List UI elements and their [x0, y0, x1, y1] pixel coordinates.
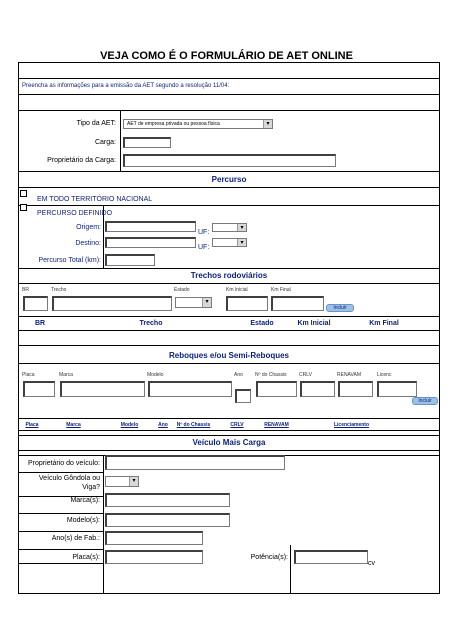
- origem-label: Origem:: [76, 224, 101, 231]
- gondola-label-line2: Viga?: [82, 484, 100, 491]
- chevron-down-icon: ▾: [263, 120, 272, 128]
- marca-input[interactable]: [105, 493, 230, 507]
- chevron-down-icon: ▾: [237, 224, 246, 231]
- intro-text: Preencha as informações para a emissão d…: [22, 83, 230, 89]
- placa-label: Placa(s):: [72, 554, 100, 561]
- destino-input[interactable]: [105, 237, 196, 248]
- tipo-aet-value: AET de empresa privada ou pessoa física: [127, 121, 220, 127]
- reboques-col-ano: Ano: [234, 372, 243, 378]
- reboques-header: Reboques e/ou Semi-Reboques: [168, 351, 290, 360]
- marca-label: Marca(s):: [70, 497, 100, 504]
- destino-label: Destino:: [75, 240, 101, 247]
- carga-input[interactable]: [123, 137, 171, 148]
- reboques-licenc-input[interactable]: [377, 381, 417, 397]
- ano-input[interactable]: [105, 531, 203, 545]
- origem-input[interactable]: [105, 221, 196, 232]
- trechos-estado-select[interactable]: ▾: [175, 297, 212, 308]
- gondola-label-line1: Veículo Gôndola ou: [38, 475, 100, 482]
- trechos-km-final-input[interactable]: [271, 296, 324, 311]
- reboques-table-col-chassis: Nº do Chassis: [176, 422, 211, 428]
- trechos-table-col-trecho: Trecho: [139, 320, 163, 327]
- uf-destino-select[interactable]: ▾: [212, 238, 247, 247]
- reboques-col-licenc: Licenc: [377, 372, 392, 378]
- placa-input[interactable]: [105, 550, 203, 564]
- reboques-table-col-modelo: Modelo: [120, 422, 139, 428]
- chevron-down-icon: ▾: [129, 477, 138, 486]
- uf-origem-select[interactable]: ▾: [212, 223, 247, 232]
- reboques-modelo-input[interactable]: [148, 381, 232, 397]
- reboques-marca-input[interactable]: [60, 381, 145, 397]
- percurso-definido-checkbox[interactable]: [20, 204, 27, 211]
- reboques-table-col-crlv: CRLV: [230, 422, 244, 428]
- percurso-total-label: Percurso Total (km):: [38, 257, 102, 264]
- reboques-table-col-marca: Marca: [66, 422, 81, 428]
- trechos-header: Trechos rodoviários: [190, 271, 268, 280]
- tipo-aet-label: Tipo da AET:: [76, 120, 116, 127]
- uf-origem-label: UF:: [198, 229, 210, 236]
- reboques-table-col-licenciamento: Licenciamento: [333, 422, 369, 428]
- reboques-placa-input[interactable]: [23, 381, 55, 397]
- reboques-col-renavam: RENAVAM: [337, 372, 361, 378]
- tipo-aet-select[interactable]: AET de empresa privada ou pessoa física …: [123, 119, 273, 129]
- reboques-crlv-input[interactable]: [300, 381, 335, 397]
- trechos-table-col-km-final: Km Final: [369, 320, 399, 327]
- percurso-definido-label: PERCURSO DEFINIDO: [37, 210, 113, 217]
- trechos-table-col-br: BR: [34, 320, 46, 327]
- ano-label: Ano(s) de Fab.:: [51, 535, 100, 542]
- modelo-label: Modelo(s):: [66, 517, 100, 524]
- proprietario-carga-input[interactable]: [123, 154, 336, 167]
- proprietario-veiculo-label: Proprietário do veículo:: [28, 460, 100, 467]
- trechos-trecho-input[interactable]: [52, 296, 172, 311]
- chevron-down-icon: ▾: [202, 298, 211, 307]
- chevron-down-icon: ▾: [237, 239, 246, 246]
- aet-form: Preencha as informações para a emissão d…: [18, 62, 440, 594]
- trechos-col-km-final: Km Final: [271, 287, 291, 293]
- percurso-header: Percurso: [211, 175, 247, 184]
- trechos-br-input[interactable]: [23, 296, 48, 311]
- gondola-select[interactable]: ▾: [105, 476, 139, 487]
- todo-territorio-checkbox[interactable]: [20, 190, 27, 197]
- reboques-table-col-placa: Placa: [25, 422, 39, 428]
- potencia-unit: cv: [368, 560, 375, 567]
- reboques-table-col-renavam: RENAVAM: [264, 422, 289, 428]
- trechos-col-br: BR: [22, 287, 29, 293]
- potencia-input[interactable]: [294, 550, 368, 564]
- trechos-incluir-button[interactable]: Incluir: [326, 304, 354, 312]
- page-title: VEJA COMO É O FORMULÁRIO DE AET ONLINE: [100, 50, 353, 62]
- trechos-table-col-km-inicial: Km Inicial: [297, 320, 331, 327]
- proprietario-veiculo-input[interactable]: [105, 455, 285, 470]
- reboques-chassis-input[interactable]: [256, 381, 297, 397]
- reboques-col-chassis: Nº do Chassis: [255, 372, 287, 378]
- trechos-table-col-estado: Estado: [250, 320, 274, 327]
- proprietario-carga-label: Proprietário da Carga:: [47, 157, 116, 164]
- trechos-km-inicial-input[interactable]: [226, 296, 268, 311]
- uf-destino-label: UF:: [198, 244, 210, 251]
- trechos-col-estado: Estado: [174, 287, 190, 293]
- reboques-col-placa: Placa: [22, 372, 35, 378]
- veiculo-header: Veículo Mais Carga: [192, 438, 266, 447]
- reboques-ano-input[interactable]: [235, 389, 251, 403]
- trechos-col-km-inicial: Km Inicial: [226, 287, 248, 293]
- reboques-col-modelo: Modelo: [147, 372, 164, 378]
- reboques-table-col-ano: Ano: [158, 422, 168, 428]
- modelo-input[interactable]: [105, 513, 230, 527]
- carga-label: Carga:: [94, 139, 116, 146]
- percurso-total-input[interactable]: [105, 254, 155, 266]
- reboques-incluir-button[interactable]: Incluir: [412, 397, 438, 405]
- reboques-col-crlv: CRLV: [299, 372, 312, 378]
- reboques-renavam-input[interactable]: [338, 381, 373, 397]
- potencia-label: Potência(s):: [250, 554, 288, 561]
- trechos-col-trecho: Trecho: [51, 287, 67, 293]
- todo-territorio-label: EM TODO TERRITÓRIO NACIONAL: [37, 196, 153, 203]
- reboques-col-marca: Marca: [59, 372, 73, 378]
